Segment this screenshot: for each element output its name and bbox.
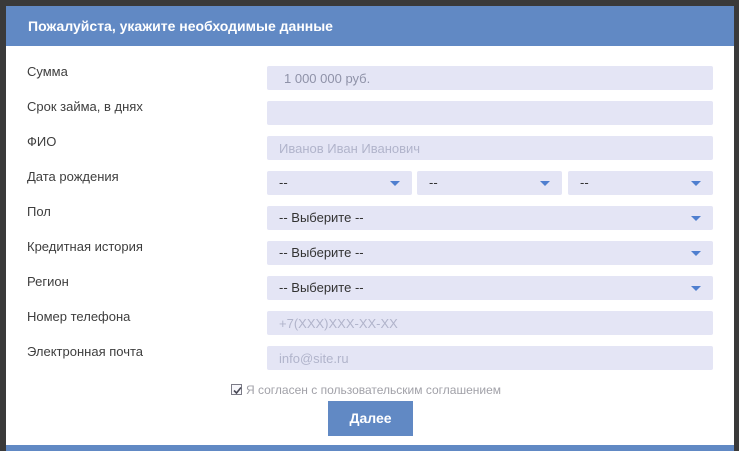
birth-month-value: --: [429, 175, 438, 190]
chevron-down-icon: [540, 181, 550, 186]
credit-history-row: Кредитная история -- Выберите --: [6, 237, 734, 265]
chevron-down-icon: [691, 251, 701, 256]
credit-history-value: -- Выберите --: [279, 245, 364, 260]
chevron-down-icon: [691, 216, 701, 221]
phone-label: Номер телефона: [27, 309, 131, 324]
fio-row: ФИО: [6, 132, 734, 160]
loan-application-modal: Пожалуйста, укажите необходимые данные С…: [6, 6, 734, 451]
birthdate-row: Дата рождения -- -- --: [6, 167, 734, 195]
gender-row: Пол -- Выберите --: [6, 202, 734, 230]
next-button[interactable]: Далее: [328, 401, 413, 436]
birth-year-select[interactable]: --: [568, 171, 713, 195]
modal-title: Пожалуйста, укажите необходимые данные: [6, 6, 734, 46]
birth-month-select[interactable]: --: [417, 171, 562, 195]
amount-input[interactable]: [267, 66, 713, 90]
credit-history-label: Кредитная история: [27, 239, 143, 254]
phone-input[interactable]: [267, 311, 713, 335]
region-label: Регион: [27, 274, 69, 289]
phone-row: Номер телефона: [6, 307, 734, 335]
chevron-down-icon: [390, 181, 400, 186]
term-row: Срок займа, в днях: [6, 97, 734, 125]
email-label: Электронная почта: [27, 344, 144, 359]
modal-bottom-bar: [6, 445, 734, 451]
gender-select[interactable]: -- Выберите --: [267, 206, 713, 230]
amount-label: Сумма: [27, 64, 68, 79]
email-row: Электронная почта: [6, 342, 734, 370]
term-input[interactable]: [267, 101, 713, 125]
credit-history-select[interactable]: -- Выберите --: [267, 241, 713, 265]
email-input[interactable]: [267, 346, 713, 370]
region-row: Регион -- Выберите --: [6, 272, 734, 300]
region-value: -- Выберите --: [279, 280, 364, 295]
chevron-down-icon: [691, 181, 701, 186]
birth-day-select[interactable]: --: [267, 171, 412, 195]
checkmark-icon: [233, 386, 242, 395]
birthdate-label: Дата рождения: [27, 169, 119, 184]
chevron-down-icon: [691, 286, 701, 291]
birth-year-value: --: [580, 175, 589, 190]
agreement-row: Я согласен с пользовательским соглашение…: [231, 383, 501, 397]
agreement-label: Я согласен с пользовательским соглашение…: [246, 383, 501, 397]
gender-label: Пол: [27, 204, 51, 219]
gender-value: -- Выберите --: [279, 210, 364, 225]
term-label: Срок займа, в днях: [27, 99, 143, 114]
fio-input[interactable]: [267, 136, 713, 160]
birth-day-value: --: [279, 175, 288, 190]
fio-label: ФИО: [27, 134, 57, 149]
agreement-checkbox[interactable]: [231, 384, 242, 395]
region-select[interactable]: -- Выберите --: [267, 276, 713, 300]
form-body: Сумма Срок займа, в днях ФИО Дата рожден…: [6, 46, 734, 446]
amount-row: Сумма: [6, 62, 734, 90]
